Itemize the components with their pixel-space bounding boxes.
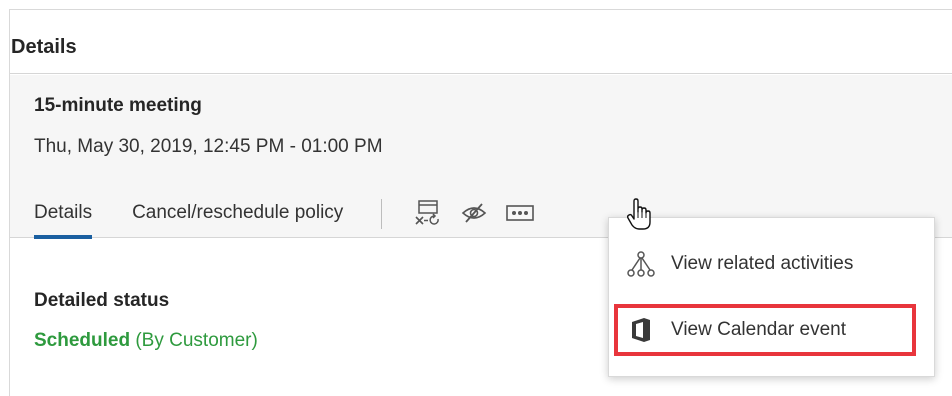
status-value: Scheduled (By Customer): [34, 330, 258, 352]
cancel-reschedule-button[interactable]: [412, 198, 444, 228]
related-activities-icon: [625, 250, 657, 278]
tab-details[interactable]: Details: [34, 193, 93, 239]
menu-item-label: View Calendar event: [671, 319, 846, 340]
menu-item-view-related-activities[interactable]: View related activities: [609, 236, 934, 292]
menu-item-view-calendar-event[interactable]: View Calendar event: [609, 302, 934, 358]
tab-bar: Details Cancel/reschedule policy: [34, 193, 550, 239]
status-label: Detailed status: [34, 290, 170, 311]
status-qualifier: (By Customer): [135, 330, 258, 351]
panel-title: Details: [10, 10, 952, 74]
hand-cursor-icon: [626, 198, 651, 230]
meeting-time: Thu, May 30, 2019, 12:45 PM - 01:00 PM: [34, 136, 383, 157]
hide-icon: [462, 203, 487, 223]
tab-divider: [381, 199, 383, 229]
meeting-summary: 15-minute meeting Thu, May 30, 2019, 12:…: [10, 75, 952, 239]
status-value-main: Scheduled: [34, 330, 131, 351]
cancel-reschedule-icon: [415, 200, 440, 225]
more-options-icon: [506, 205, 535, 221]
hide-button[interactable]: [458, 198, 490, 228]
menu-item-label: View related activities: [671, 253, 854, 274]
more-options-button[interactable]: [504, 198, 536, 228]
office-icon: [625, 316, 657, 344]
more-options-menu: View related activities View Calendar ev…: [608, 217, 935, 377]
meeting-title: 15-minute meeting: [34, 95, 202, 116]
tab-cancel-reschedule-policy[interactable]: Cancel/reschedule policy: [132, 193, 343, 238]
